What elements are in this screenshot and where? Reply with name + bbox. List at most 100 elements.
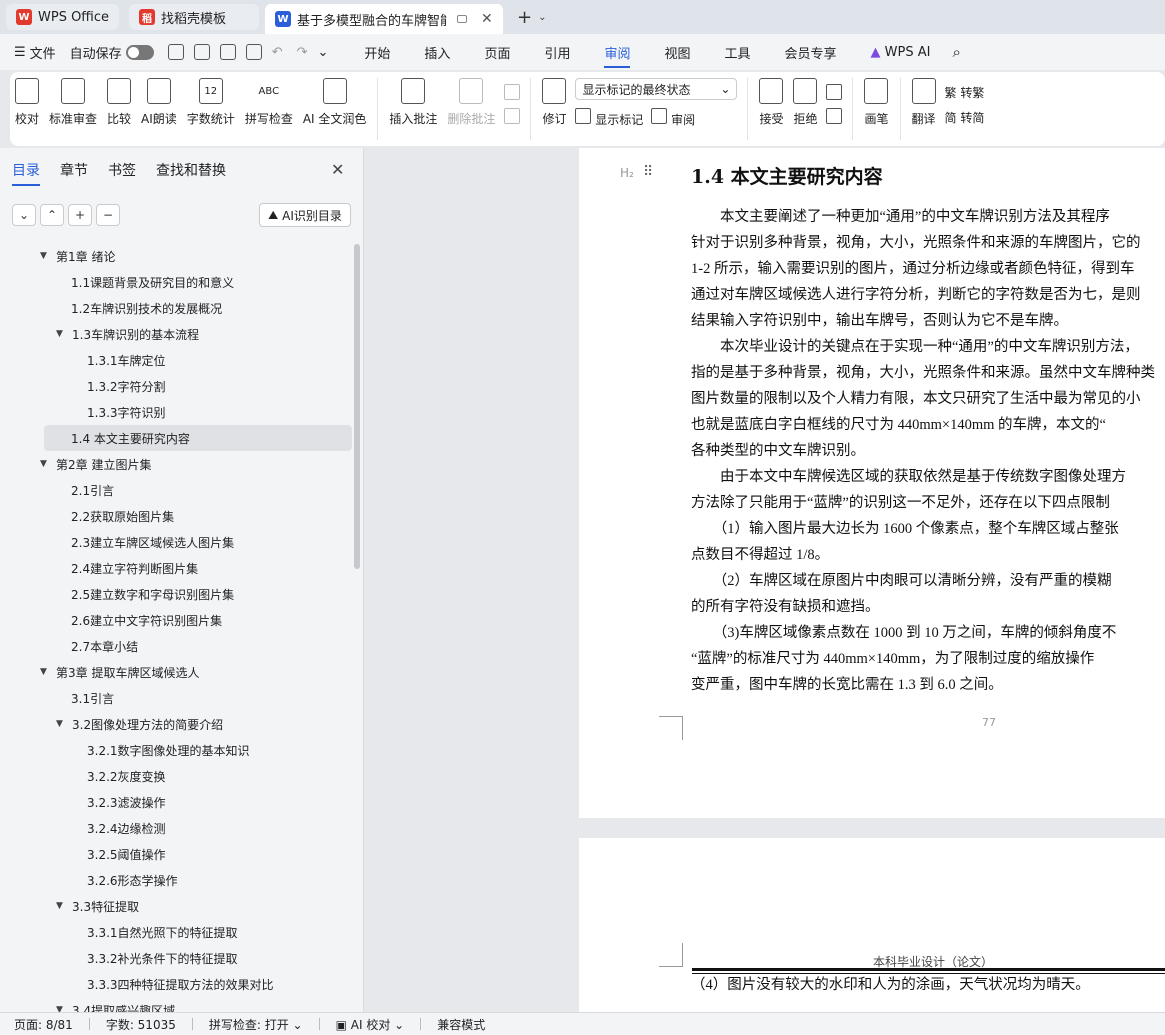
- toc-item[interactable]: 3.1引言: [0, 685, 352, 711]
- toc-item[interactable]: 2.4建立字符判断图片集: [0, 555, 352, 581]
- tab-toc[interactable]: 目录: [12, 160, 40, 186]
- toc-scrollbar[interactable]: [354, 244, 360, 569]
- close-tab-icon[interactable]: ✕: [481, 11, 493, 27]
- ai-check-status[interactable]: ▣ AI 校对 ⌄: [336, 1016, 405, 1033]
- tab-insert[interactable]: 插入: [424, 43, 450, 62]
- chevron-down-icon[interactable]: ▼: [56, 901, 66, 911]
- toc-item[interactable]: 2.2获取原始图片集: [0, 503, 352, 529]
- toc-item[interactable]: 3.2.5阈值操作: [0, 841, 352, 867]
- more-icon[interactable]: ⌄: [318, 45, 329, 60]
- document-body[interactable]: 本文主要阐述了一种更加“通用”的中文车牌识别方法及其程序 针对于识别多种背景，视角…: [691, 204, 1165, 698]
- toc-item[interactable]: 2.1引言: [0, 477, 352, 503]
- show-markup-button[interactable]: 显示标记: [575, 108, 643, 128]
- collapse-icon[interactable]: ⌃: [40, 204, 64, 226]
- toc-item[interactable]: ▼ 第1章 绪论: [0, 243, 352, 269]
- ai-detect-toc-button[interactable]: ⛰ AI识别目录: [259, 203, 351, 227]
- compare-button[interactable]: 比较: [107, 78, 131, 127]
- track-changes-button[interactable]: 修订: [542, 78, 566, 127]
- spell-check-status[interactable]: 拼写检查: 打开 ⌄: [209, 1016, 303, 1033]
- toc-item[interactable]: 1.3.3字符识别: [0, 399, 352, 425]
- toc-item[interactable]: 3.2.3滤波操作: [0, 789, 352, 815]
- page-indicator[interactable]: 页面: 8/81: [14, 1016, 73, 1033]
- delete-comment-button[interactable]: 删除批注: [447, 78, 495, 127]
- toc-item[interactable]: 3.3.3四种特征提取方法的效果对比: [0, 971, 352, 997]
- drag-handle-icon[interactable]: ⠿: [643, 164, 653, 180]
- tab-page[interactable]: 页面: [484, 43, 510, 62]
- translate-button[interactable]: 翻译: [911, 78, 936, 127]
- export-icon[interactable]: [193, 44, 210, 60]
- remove-icon[interactable]: −: [96, 204, 120, 226]
- undo-icon[interactable]: ↶: [272, 45, 283, 60]
- toc-item[interactable]: 2.6建立中文字符识别图片集: [0, 607, 352, 633]
- word-count-button[interactable]: 12 字数统计: [187, 78, 235, 127]
- proofread-button[interactable]: 校对: [15, 78, 39, 127]
- toc-item[interactable]: 1.3.2字符分割: [0, 373, 352, 399]
- file-menu[interactable]: ☰ 文件: [14, 43, 56, 62]
- accept-button[interactable]: 接受: [759, 78, 783, 127]
- pen-button[interactable]: 画笔: [864, 78, 889, 127]
- toc-item[interactable]: 2.5建立数字和字母识别图片集: [0, 581, 352, 607]
- toc-item[interactable]: 3.2.2灰度变换: [0, 763, 352, 789]
- tab-tools[interactable]: 工具: [725, 43, 751, 62]
- tab-home[interactable]: 开始: [364, 43, 390, 62]
- print-icon[interactable]: [219, 44, 236, 60]
- tab-view[interactable]: 视图: [664, 43, 690, 62]
- toc-item[interactable]: 3.2.4边缘检测: [0, 815, 352, 841]
- close-pane-icon[interactable]: ✕: [331, 160, 344, 179]
- tab-list-dropdown-icon[interactable]: ⌄: [538, 12, 546, 23]
- search-icon[interactable]: ⌕: [952, 43, 960, 61]
- redo-icon[interactable]: ↷: [297, 45, 308, 60]
- save-icon[interactable]: [167, 44, 184, 60]
- chevron-down-icon[interactable]: ▼: [40, 251, 50, 261]
- print-preview-icon[interactable]: [245, 44, 262, 60]
- autosave-toggle[interactable]: [125, 44, 154, 60]
- toc-item[interactable]: 1.2车牌识别技术的发展概况: [0, 295, 352, 321]
- tab-document[interactable]: W 基于多模型融合的车牌智能识 ✕: [265, 4, 504, 34]
- toc-item[interactable]: 3.3.2补光条件下的特征提取: [0, 945, 352, 971]
- standard-review-button[interactable]: 标准审查: [49, 78, 97, 127]
- autosave[interactable]: 自动保存: [70, 43, 154, 62]
- markup-state-select[interactable]: 显示标记的最终状态 ⌄: [575, 78, 738, 100]
- new-tab-button[interactable]: +: [517, 7, 532, 28]
- tab-template[interactable]: 稻 找稻壳模板: [129, 4, 260, 30]
- wps-ai-button[interactable]: ▲ WPS AI: [871, 45, 931, 60]
- chevron-down-icon[interactable]: ▼: [40, 667, 50, 677]
- toc-item[interactable]: 1.3.1车牌定位: [0, 347, 352, 373]
- spell-check-button[interactable]: ABC 拼写检查: [245, 78, 293, 127]
- toc-item[interactable]: ▼ 第3章 提取车牌区域候选人: [0, 659, 352, 685]
- tab-bookmarks[interactable]: 书签: [108, 160, 136, 186]
- toc-item[interactable]: 3.2.6形态学操作: [0, 867, 352, 893]
- next-change-icon[interactable]: [826, 108, 843, 124]
- to-simplified-button[interactable]: 简 转简: [945, 109, 985, 126]
- tab-member[interactable]: 会员专享: [785, 43, 837, 62]
- previous-change-icon[interactable]: [826, 84, 843, 100]
- toc-item[interactable]: ▼ 1.3车牌识别的基本流程: [0, 321, 352, 347]
- previous-comment-icon[interactable]: [504, 84, 521, 100]
- next-comment-icon[interactable]: [504, 108, 521, 124]
- tab-find-replace[interactable]: 查找和替换: [156, 160, 226, 186]
- paragraph[interactable]: （4）图片没有较大的水印和人为的涂画，天气状况均为晴天。: [691, 974, 1090, 996]
- toc-item[interactable]: 1.1课题背景及研究目的和意义: [0, 269, 352, 295]
- review-pane-button[interactable]: 审阅: [651, 108, 695, 128]
- toc-item[interactable]: 2.3建立车牌区域候选人图片集: [0, 529, 352, 555]
- toc-item[interactable]: 3.2.1数字图像处理的基本知识: [0, 737, 352, 763]
- insert-comment-button[interactable]: 插入批注: [389, 78, 437, 127]
- toc-item[interactable]: ▼ 3.3特征提取: [0, 893, 352, 919]
- tab-wps-office[interactable]: W WPS Office: [6, 4, 120, 30]
- toc-item[interactable]: 3.3.1自然光照下的特征提取: [0, 919, 352, 945]
- tab-references[interactable]: 引用: [544, 43, 570, 62]
- ai-polish-button[interactable]: AI 全文润色: [303, 78, 366, 127]
- chevron-down-icon[interactable]: ▼: [56, 329, 66, 339]
- toc-item[interactable]: ▼ 3.2图像处理方法的简要介绍: [0, 711, 352, 737]
- word-count-indicator[interactable]: 字数: 51035: [106, 1016, 176, 1033]
- tab-review[interactable]: 审阅: [604, 43, 631, 68]
- toc-item[interactable]: ▼ 第2章 建立图片集: [0, 451, 352, 477]
- reject-button[interactable]: 拒绝: [793, 78, 817, 127]
- add-icon[interactable]: +: [68, 204, 92, 226]
- section-heading[interactable]: 1.4 本文主要研究内容: [691, 162, 883, 189]
- tab-chapters[interactable]: 章节: [60, 160, 88, 186]
- to-traditional-button[interactable]: 繁 转繁: [945, 84, 985, 101]
- expand-icon[interactable]: ⌄: [12, 204, 36, 226]
- chevron-down-icon[interactable]: ▼: [40, 459, 50, 469]
- toc-item[interactable]: 2.7本章小结: [0, 633, 352, 659]
